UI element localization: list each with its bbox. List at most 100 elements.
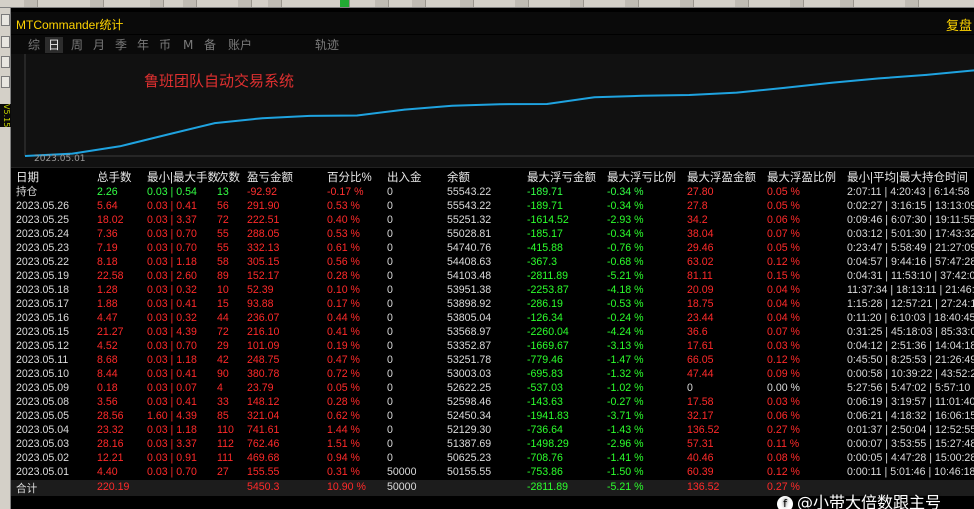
balance-point [830, 82, 833, 84]
tool-button[interactable] [1, 76, 10, 88]
timeframe-button[interactable] [625, 0, 639, 7]
cell-percent: 1.51 % [327, 438, 360, 450]
cell-max-floating-profit-pct: 0.03 % [767, 340, 800, 352]
cell-balance: 54408.63 [447, 256, 492, 268]
toolbar-button[interactable] [90, 0, 104, 7]
tab-notes[interactable]: 备 [204, 37, 216, 53]
cell-hold-time: 5:27:56 | 5:47:02 | 5:57:10 [847, 382, 971, 394]
toolbar-button[interactable] [268, 0, 282, 7]
cell-deposit: 0 [387, 410, 393, 422]
table-row[interactable]: 2023.05.04 23.32 0.03 | 1.18 110 741.61 1.44 … [11, 423, 974, 437]
cell-profit-loss: 288.05 [247, 228, 280, 240]
tab-day[interactable]: 日 [45, 37, 64, 53]
table-row[interactable]: 2023.05.19 22.58 0.03 | 2.60 89 152.17 0.28 %… [11, 269, 974, 283]
table-row[interactable]: 2023.05.26 5.64 0.03 | 0.41 56 291.90 0.53 % 0… [11, 199, 974, 213]
table-row[interactable]: 2023.05.17 1.88 0.03 | 0.41 15 93.88 0.17 % 0 5… [11, 297, 974, 311]
toolbar-button[interactable] [238, 0, 252, 7]
tab-week[interactable]: 周 [71, 37, 83, 53]
table-row[interactable]: 2023.05.09 0.18 0.03 | 0.07 4 23.79 0.05 % 0 52… [11, 381, 974, 395]
cell-hold-time: 0:11:20 | 6:10:03 | 18:40:45 [847, 312, 974, 324]
cell-max-floating-loss-pct: -4.24 % [607, 326, 644, 338]
table-row[interactable]: 2023.05.12 4.52 0.03 | 0.70 29 101.09 0.19 % 0… [11, 339, 974, 353]
tool-button[interactable] [1, 36, 10, 48]
table-row[interactable]: 2023.05.24 7.36 0.03 | 0.70 55 288.05 0.53 % 0… [11, 227, 974, 241]
cell-max-floating-loss-pct: -0.24 % [607, 312, 644, 324]
cell-percent: 0.56 % [327, 256, 360, 268]
timeframe-button[interactable] [460, 0, 474, 7]
timeframe-button[interactable] [570, 0, 584, 7]
table-row[interactable]: 2023.05.25 18.02 0.03 | 3.37 72 222.51 0.40 %… [11, 213, 974, 227]
toolbar-button[interactable] [905, 0, 919, 7]
cell-min-max-lots: 0.03 | 0.70 [147, 466, 197, 478]
cell-total-lots: 1.88 [97, 298, 118, 310]
cell-hold-time: 0:23:47 | 5:58:49 | 21:27:09 [847, 242, 974, 254]
position-row[interactable]: 持仓 2.26 0.03 | 0.54 13 -92.92 -0.17 % 0 55543.2… [11, 185, 974, 199]
cell-max-floating-profit-pct: 0.00 % [767, 382, 800, 394]
toolbar-button[interactable] [375, 0, 389, 7]
table-row[interactable]: 2023.05.05 28.56 1.60 | 4.39 85 321.04 0.62 %… [11, 409, 974, 423]
table-row[interactable]: 2023.05.10 8.44 0.03 | 0.41 90 380.78 0.72 % 0… [11, 367, 974, 381]
tool-button[interactable] [1, 14, 10, 26]
cell-deposit: 0 [387, 270, 393, 282]
cell-deposit: 0 [387, 214, 393, 226]
table-row[interactable]: 2023.05.11 8.68 0.03 | 1.18 42 248.75 0.47 % 0… [11, 353, 974, 367]
table-row[interactable]: 2023.05.03 28.16 0.03 | 3.37 112 762.46 1.51 … [11, 437, 974, 451]
toolbar-button[interactable] [150, 0, 164, 7]
balance-point [119, 145, 121, 148]
new-order-icon[interactable] [340, 0, 350, 7]
table-row[interactable]: 2023.05.08 3.56 0.03 | 0.41 33 148.12 0.28 % 0… [11, 395, 974, 409]
table-row[interactable]: 2023.05.18 1.28 0.03 | 0.32 10 52.39 0.10 % 0 5… [11, 283, 974, 297]
cell-balance: 53003.03 [447, 368, 492, 380]
cell-profit-loss: 101.09 [247, 340, 280, 352]
tab-month[interactable]: 月 [93, 37, 105, 53]
cell-balance: 55028.81 [447, 228, 492, 240]
cell-date: 2023.05.19 [16, 270, 70, 282]
total-percent: 10.90 % [327, 481, 366, 493]
table-row[interactable]: 2023.05.22 8.18 0.03 | 1.18 58 305.15 0.56 % 0… [11, 255, 974, 269]
cell-profit-loss: 216.10 [247, 326, 280, 338]
tab-currency[interactable]: 币 [159, 37, 171, 53]
table-row[interactable]: 2023.05.02 12.21 0.03 | 0.91 111 469.68 0.94 … [11, 451, 974, 465]
cell-min-max-lots: 0.03 | 0.91 [147, 452, 197, 464]
tool-button[interactable] [1, 56, 10, 68]
cell-min-max-lots: 0.03 | 0.41 [147, 396, 197, 408]
cell-max-floating-loss: -2253.87 [527, 284, 569, 296]
timeframe-button[interactable] [840, 0, 854, 7]
cell-min-max-lots: 0.03 | 0.70 [147, 228, 197, 240]
timeframe-button[interactable] [680, 0, 694, 7]
tab-account[interactable]: 账户 [228, 37, 252, 53]
toolbar-button[interactable] [412, 0, 426, 7]
tab-quarter[interactable]: 季 [115, 37, 127, 53]
table-row[interactable]: 2023.05.16 4.47 0.03 | 0.32 44 236.07 0.44 % 0… [11, 311, 974, 325]
table-row[interactable]: 2023.05.23 7.19 0.03 | 0.70 55 332.13 0.61 % 0… [11, 241, 974, 255]
cell-profit-loss: 236.07 [247, 312, 280, 324]
cell-profit-loss: 222.51 [247, 214, 280, 226]
replay-button[interactable]: 复盘 [946, 15, 972, 34]
cell-date: 2023.05.15 [16, 326, 70, 338]
cell-min-max-lots: 0.03 | 0.41 [147, 298, 197, 310]
toolbar-button[interactable] [24, 0, 38, 7]
cell-max-floating-profit: 63.02 [687, 256, 714, 268]
tab-year[interactable]: 年 [137, 37, 149, 53]
table-row[interactable]: 2023.05.01 4.40 0.03 | 0.70 27 155.55 0.31 % 5… [11, 465, 974, 479]
tab-trajectory[interactable]: 轨迹 [315, 37, 339, 53]
timeframe-button[interactable] [515, 0, 529, 7]
cell-min-max-lots: 最小|最大手数 [147, 172, 219, 184]
table-row[interactable]: 2023.05.15 21.27 0.03 | 4.39 72 216.10 0.41 %… [11, 325, 974, 339]
timeframe-button[interactable] [790, 0, 804, 7]
cell-max-floating-profit: 0 [687, 382, 693, 394]
cell-deposit: 0 [387, 340, 393, 352]
cell-min-max-lots: 0.03 | 0.54 [147, 186, 197, 198]
chart-start-date: 2023.05.01 [34, 154, 86, 164]
cell-deposit: 0 [387, 368, 393, 380]
cell-hold-time: 0:31:25 | 45:18:03 | 85:33:0 [847, 326, 974, 338]
toolbar-button[interactable] [183, 0, 197, 7]
tab-magic[interactable]: M [183, 37, 193, 53]
cell-max-floating-profit: 27.8 [687, 200, 708, 212]
cell-hold-time: 0:06:21 | 4:18:32 | 16:06:15 [847, 410, 974, 422]
cell-max-floating-loss: -189.71 [527, 200, 563, 212]
cell-hold-time: 0:00:58 | 10:39:22 | 43:52:2 [847, 368, 974, 380]
timeframe-button[interactable] [735, 0, 749, 7]
tab-overview[interactable]: 综 [28, 37, 40, 53]
cell-profit-loss: 762.46 [247, 438, 280, 450]
